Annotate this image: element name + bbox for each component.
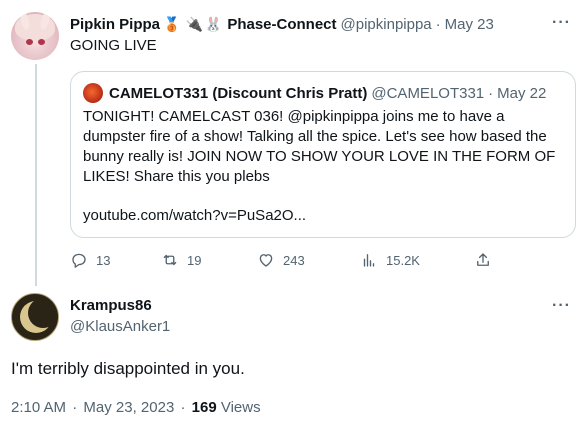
tweet-meta: 2:10 AM · May 23, 2023 · 169 Views	[11, 399, 261, 416]
tweet-text: GOING LIVE	[70, 37, 157, 54]
reply-button[interactable]: 13	[70, 249, 110, 271]
bunny-icon: 🐰	[204, 15, 223, 32]
like-button[interactable]: 243	[257, 249, 305, 271]
reply-count: 13	[96, 252, 111, 268]
separator-dot: ·	[435, 15, 441, 33]
share-button[interactable]	[474, 249, 492, 271]
more-options-icon[interactable]: ···	[552, 14, 571, 32]
retweet-count: 19	[187, 252, 202, 268]
reply-author-name[interactable]: Krampus86	[70, 297, 152, 314]
heart-icon	[259, 254, 273, 267]
quoted-tweet-date: May 22	[497, 84, 547, 102]
separator-dot: ·	[488, 84, 494, 102]
tweet-time[interactable]: 2:10 AM	[11, 399, 66, 416]
thread-connector-line	[35, 64, 37, 286]
medal-icon: 🥉	[163, 15, 181, 32]
retweet-button[interactable]: 19	[161, 249, 201, 271]
quoted-author-handle: @CAMELOT331	[371, 84, 485, 102]
tweet-date[interactable]: May 23	[445, 16, 494, 33]
retweet-icon	[163, 254, 177, 266]
avatar[interactable]	[11, 293, 59, 341]
quoted-tweet-header: CAMELOT331 (Discount Chris Pratt) @CAMEL…	[83, 83, 563, 103]
affiliation-label: Phase-Connect	[227, 15, 337, 33]
separator-dot: ·	[72, 399, 78, 416]
author-name[interactable]: Pipkin Pippa	[70, 16, 160, 33]
views-label: Views	[220, 399, 261, 416]
author-handle[interactable]: @pipkinpippa	[341, 16, 432, 33]
reply-icon	[72, 253, 86, 268]
plug-icon: 🔌	[185, 15, 203, 32]
like-count: 243	[283, 252, 305, 268]
tweet-full-date[interactable]: May 23, 2023	[83, 399, 174, 416]
tweet-header: Pipkin Pippa 🥉 🔌 🐰 Phase-Connect @pipkin…	[70, 14, 494, 34]
quoted-avatar	[83, 83, 103, 103]
quoted-tweet-text: TONIGHT! CAMELCAST 036! @pipkinpippa joi…	[83, 108, 556, 185]
more-options-icon[interactable]: ···	[552, 297, 571, 315]
views-count: 169	[191, 399, 217, 416]
views-button[interactable]: 15.2K	[360, 249, 420, 271]
share-icon	[477, 253, 489, 266]
separator-dot: ·	[180, 399, 186, 416]
quoted-author-name: CAMELOT331 (Discount Chris Pratt)	[109, 84, 368, 102]
reply-author-handle[interactable]: @KlausAnker1	[70, 318, 170, 335]
reply-text: I'm terribly disappointed in you.	[11, 359, 245, 378]
avatar[interactable]	[11, 12, 59, 60]
quoted-tweet-card[interactable]: CAMELOT331 (Discount Chris Pratt) @CAMEL…	[70, 71, 576, 238]
views-count: 15.2K	[386, 252, 420, 268]
analytics-icon	[363, 254, 375, 267]
quoted-tweet-link[interactable]: youtube.com/watch?v=PuSa2O...	[83, 207, 563, 224]
